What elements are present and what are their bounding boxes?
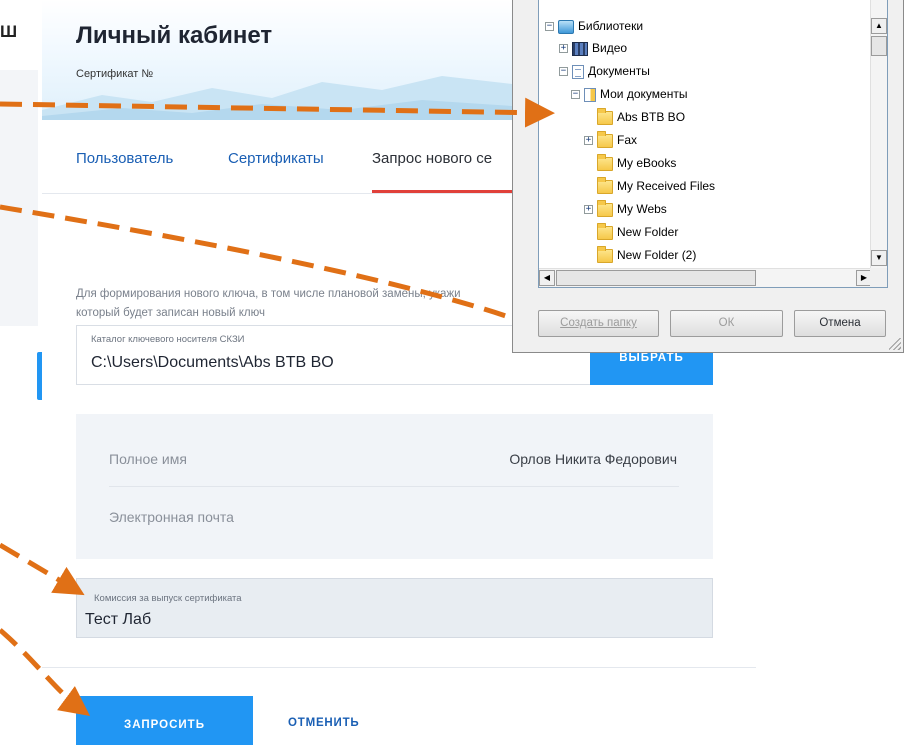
page-title: Личный кабинет xyxy=(76,22,273,49)
key-directory-caption: Каталог ключевого носителя СКЗИ xyxy=(91,334,245,345)
folder-tree[interactable]: − Библиотеки + Видео − Документы − Мои докум… xyxy=(538,0,888,288)
expand-icon[interactable]: + xyxy=(584,136,593,146)
certificate-number-label: Сертификат № xyxy=(76,68,154,80)
ok-button[interactable]: ОК xyxy=(670,310,783,337)
folder-icon xyxy=(597,245,613,263)
info-divider xyxy=(109,486,679,487)
folder-icon xyxy=(597,222,613,240)
horizontal-scrollbar[interactable]: ◀ ▶ xyxy=(539,268,872,287)
key-description-line: который будет записан новый ключ xyxy=(76,307,265,319)
tree-item-documents[interactable]: − Документы xyxy=(559,61,650,81)
tree-item-fax[interactable]: + Fax xyxy=(584,130,637,150)
scroll-up-icon[interactable]: ▲ xyxy=(871,18,887,34)
arrow-to-commission xyxy=(0,542,85,596)
active-tab-indicator xyxy=(372,190,512,193)
tab-new-request[interactable]: Запрос нового се xyxy=(372,150,492,167)
full-name-label: Полное имя xyxy=(109,451,187,467)
documents-icon xyxy=(572,64,584,79)
tree-item-label: New Folder xyxy=(617,225,679,239)
collapse-icon[interactable]: − xyxy=(571,90,580,100)
folder-icon xyxy=(597,199,613,217)
folder-icon xyxy=(597,176,613,194)
user-info-panel: Полное имя Орлов Никита Федорович Электр… xyxy=(76,414,713,559)
mountain-decoration xyxy=(42,76,512,120)
tab-certificates[interactable]: Сертификаты xyxy=(228,150,324,167)
vertical-scroll-thumb[interactable] xyxy=(871,36,887,56)
tab-bar: Пользователь Сертификаты Запрос нового с… xyxy=(42,120,512,194)
page-header: Личный кабинет Сертификат № xyxy=(42,0,512,120)
request-button[interactable]: ЗАПРОСИТЬ xyxy=(76,696,253,745)
expand-icon[interactable]: + xyxy=(559,44,568,54)
commission-field[interactable]: Комиссия за выпуск сертификата Тест Лаб xyxy=(76,578,713,638)
tree-item-label: My eBooks xyxy=(617,156,677,170)
horizontal-scroll-thumb[interactable] xyxy=(556,270,756,286)
tree-item-label: My Webs xyxy=(617,202,667,216)
tree-item-label: Видео xyxy=(592,41,628,55)
key-description: Для формирования нового ключа, в том чис… xyxy=(76,285,516,323)
tree-item-new-folder[interactable]: New Folder xyxy=(597,222,678,242)
full-name-value: Орлов Никита Федорович xyxy=(509,451,677,467)
tree-item-label: New Folder (2) xyxy=(617,248,697,262)
tree-item-my-received-files[interactable]: My Received Files xyxy=(597,176,715,196)
scroll-down-icon[interactable]: ▼ xyxy=(871,250,887,266)
tree-item-label: Мои документы xyxy=(600,87,688,101)
tree-item-label: Документы xyxy=(588,64,650,78)
scrollbar-corner xyxy=(870,268,887,287)
tree-item-label: Fax xyxy=(617,133,638,147)
left-sidebar-background xyxy=(0,70,38,326)
library-icon xyxy=(558,19,574,34)
scroll-left-icon[interactable]: ◀ xyxy=(539,270,555,286)
commission-caption: Комиссия за выпуск сертификата xyxy=(94,593,242,604)
tree-item-my-webs[interactable]: + My Webs xyxy=(584,199,667,219)
tree-item-label: Abs BTB BO xyxy=(617,110,686,124)
create-folder-button[interactable]: Создать папку xyxy=(538,310,659,337)
left-edge-text: Ш xyxy=(0,22,18,41)
tree-item-my-ebooks[interactable]: My eBooks xyxy=(597,153,676,173)
tree-item-libraries[interactable]: − Библиотеки xyxy=(545,16,643,36)
arrow-to-request-button xyxy=(0,628,91,716)
collapse-icon[interactable]: − xyxy=(559,67,568,77)
folder-browse-dialog: − Библиотеки + Видео − Документы − Мои докум… xyxy=(512,0,904,353)
form-divider xyxy=(42,667,756,668)
vertical-scrollbar[interactable]: ▲ ▼ xyxy=(870,0,887,268)
key-description-line: Для формирования нового ключа, в том чис… xyxy=(76,288,461,300)
my-documents-icon xyxy=(584,87,596,102)
tab-user[interactable]: Пользователь xyxy=(76,150,173,167)
collapse-icon[interactable]: − xyxy=(545,22,554,32)
folder-icon xyxy=(597,130,613,148)
folder-icon xyxy=(597,107,613,125)
folder-icon xyxy=(597,153,613,171)
video-icon xyxy=(572,41,588,56)
tree-item-video[interactable]: + Видео xyxy=(559,38,627,58)
tree-item-my-documents[interactable]: − Мои документы xyxy=(571,84,687,104)
tree-item-new-folder-2[interactable]: New Folder (2) xyxy=(597,245,696,265)
tree-item-label: My Received Files xyxy=(617,179,716,193)
email-label: Электронная почта xyxy=(109,509,234,525)
dialog-cancel-button[interactable]: Отмена xyxy=(794,310,886,337)
key-directory-value[interactable]: C:\Users\Documents\Abs BTB BO xyxy=(91,354,334,372)
commission-value[interactable]: Тест Лаб xyxy=(85,611,151,629)
cancel-link[interactable]: ОТМЕНИТЬ xyxy=(288,717,359,729)
tree-item-label: Библиотеки xyxy=(578,19,644,33)
resize-grip-icon[interactable] xyxy=(889,338,901,350)
expand-icon[interactable]: + xyxy=(584,205,593,215)
left-sidebar-active-marker xyxy=(37,352,42,400)
tree-item-abs-btb-bo[interactable]: Abs BTB BO xyxy=(597,107,685,127)
